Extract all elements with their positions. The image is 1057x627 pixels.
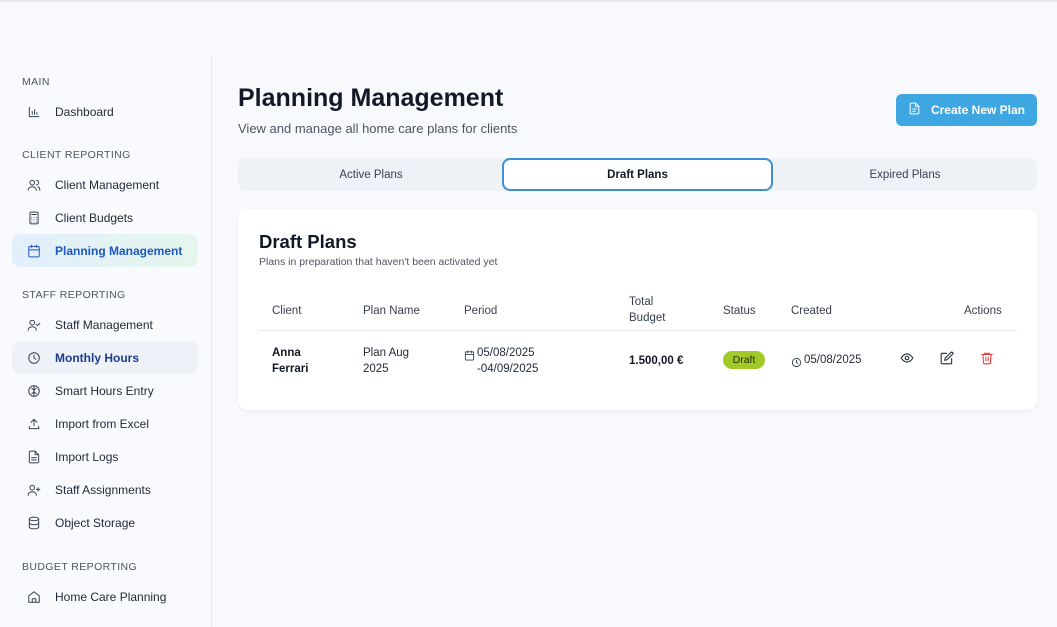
sidebar-item-label: Monthly Hours — [55, 350, 139, 365]
sidebar-item-object-storage[interactable]: Object Storage — [12, 506, 198, 539]
draft-plans-card: Draft Plans Plans in preparation that ha… — [238, 209, 1037, 410]
sidebar-item-label: Client Budgets — [55, 210, 134, 225]
file-text-icon — [12, 450, 55, 464]
clock-icon — [12, 351, 55, 365]
column-header-status: Status — [723, 305, 756, 317]
plan-name-line: Plan Aug — [363, 347, 410, 359]
sidebar-item-label: Planning Management — [55, 243, 183, 258]
edit-button[interactable] — [937, 350, 957, 370]
calendar-icon — [464, 348, 475, 366]
user-plus-icon — [12, 483, 55, 497]
sidebar-item-home-care-planning[interactable]: Home Care Planning — [12, 580, 198, 613]
sidebar-item-import-logs[interactable]: Import Logs — [12, 440, 198, 473]
column-header-period: Period — [464, 305, 498, 317]
column-header-actions: Actions — [964, 305, 1002, 317]
tab-expired-plans[interactable]: Expired Plans — [773, 158, 1037, 191]
card-title: Draft Plans — [259, 231, 357, 252]
tab-active-plans[interactable]: Active Plans — [238, 158, 504, 191]
page-subtitle: View and manage all home care plans for … — [238, 121, 518, 136]
calendar-icon — [12, 244, 55, 258]
section-title-staff-reporting: STAFF REPORTING — [22, 289, 126, 301]
sidebar-item-staff-assignments[interactable]: Staff Assignments — [12, 473, 198, 506]
users-icon — [12, 178, 55, 192]
file-icon — [908, 102, 921, 118]
sidebar-item-label: Home Care Planning — [55, 589, 167, 604]
plan-period: 05/08/2025 -04/09/2025 — [477, 345, 538, 377]
delete-button[interactable] — [977, 350, 997, 370]
eye-icon — [900, 351, 914, 370]
plan-tabs: Active Plans Draft Plans Expired Plans — [238, 158, 1037, 191]
top-bar — [0, 0, 1057, 55]
create-new-plan-button[interactable]: Create New Plan — [896, 94, 1037, 126]
sidebar-item-client-management[interactable]: Client Management — [12, 168, 198, 201]
sidebar-item-label: Client Management — [55, 177, 160, 192]
home-icon — [12, 590, 55, 604]
header-line: Total — [629, 296, 654, 308]
card-subtitle: Plans in preparation that haven't been a… — [259, 256, 498, 268]
column-header-total-budget: Total Budget — [629, 294, 665, 326]
view-button[interactable] — [897, 350, 917, 370]
client-last-name: Ferrari — [272, 363, 309, 375]
header-divider — [259, 330, 1017, 331]
header-line: Budget — [629, 312, 666, 324]
status-badge: Draft — [723, 351, 765, 369]
sidebar-item-import-from-excel[interactable]: Import from Excel — [12, 407, 198, 440]
edit-icon — [940, 351, 954, 370]
sidebar-item-label: Import from Excel — [55, 416, 150, 431]
column-header-plan-name: Plan Name — [363, 305, 420, 317]
section-title-main: MAIN — [22, 76, 50, 88]
sidebar-item-planning-management[interactable]: Planning Management — [12, 234, 198, 267]
client-first-name: Anna — [272, 347, 301, 359]
clock-icon — [791, 355, 802, 373]
total-budget: 1.500,00 € — [629, 355, 684, 367]
column-header-client: Client — [272, 305, 302, 317]
upload-icon — [12, 417, 55, 431]
sidebar-item-client-budgets[interactable]: Client Budgets — [12, 201, 198, 234]
plan-name: Plan Aug 2025 — [363, 345, 409, 377]
sidebar-item-label: Staff Management — [55, 317, 153, 332]
sidebar-item-staff-management[interactable]: Staff Management — [12, 308, 198, 341]
sidebar-item-monthly-hours[interactable]: Monthly Hours — [12, 341, 198, 374]
sidebar-item-label: Import Logs — [55, 449, 119, 464]
sidebar-item-label: Staff Assignments — [55, 482, 151, 497]
sidebar-item-label: Dashboard — [55, 104, 114, 119]
tab-draft-plans[interactable]: Draft Plans — [502, 158, 773, 191]
sidebar: MAIN Dashboard CLIENT REPORTING Client M… — [0, 55, 212, 627]
database-icon — [12, 516, 55, 530]
user-check-icon — [12, 318, 55, 332]
section-title-budget-reporting: BUDGET REPORTING — [22, 561, 138, 573]
client-name: Anna Ferrari — [272, 345, 308, 377]
create-button-label: Create New Plan — [930, 103, 1026, 117]
section-title-client-reporting: CLIENT REPORTING — [22, 149, 131, 161]
main-content: Planning Management View and manage all … — [212, 55, 1057, 627]
bar-chart-icon — [12, 105, 55, 119]
sidebar-item-dashboard[interactable]: Dashboard — [12, 95, 198, 128]
calculator-icon — [12, 211, 55, 225]
period-start: 05/08/2025 — [477, 347, 535, 359]
sidebar-item-smart-hours-entry[interactable]: Smart Hours Entry — [12, 374, 198, 407]
brain-icon — [12, 384, 55, 398]
page-title: Planning Management — [238, 84, 504, 112]
plan-name-line: 2025 — [363, 363, 389, 375]
period-end: -04/09/2025 — [477, 363, 539, 375]
sidebar-item-label: Smart Hours Entry — [55, 383, 154, 398]
column-header-created: Created — [791, 305, 832, 317]
created-date: 05/08/2025 — [804, 354, 862, 366]
sidebar-item-label: Object Storage — [55, 515, 136, 530]
trash-icon — [980, 351, 994, 370]
